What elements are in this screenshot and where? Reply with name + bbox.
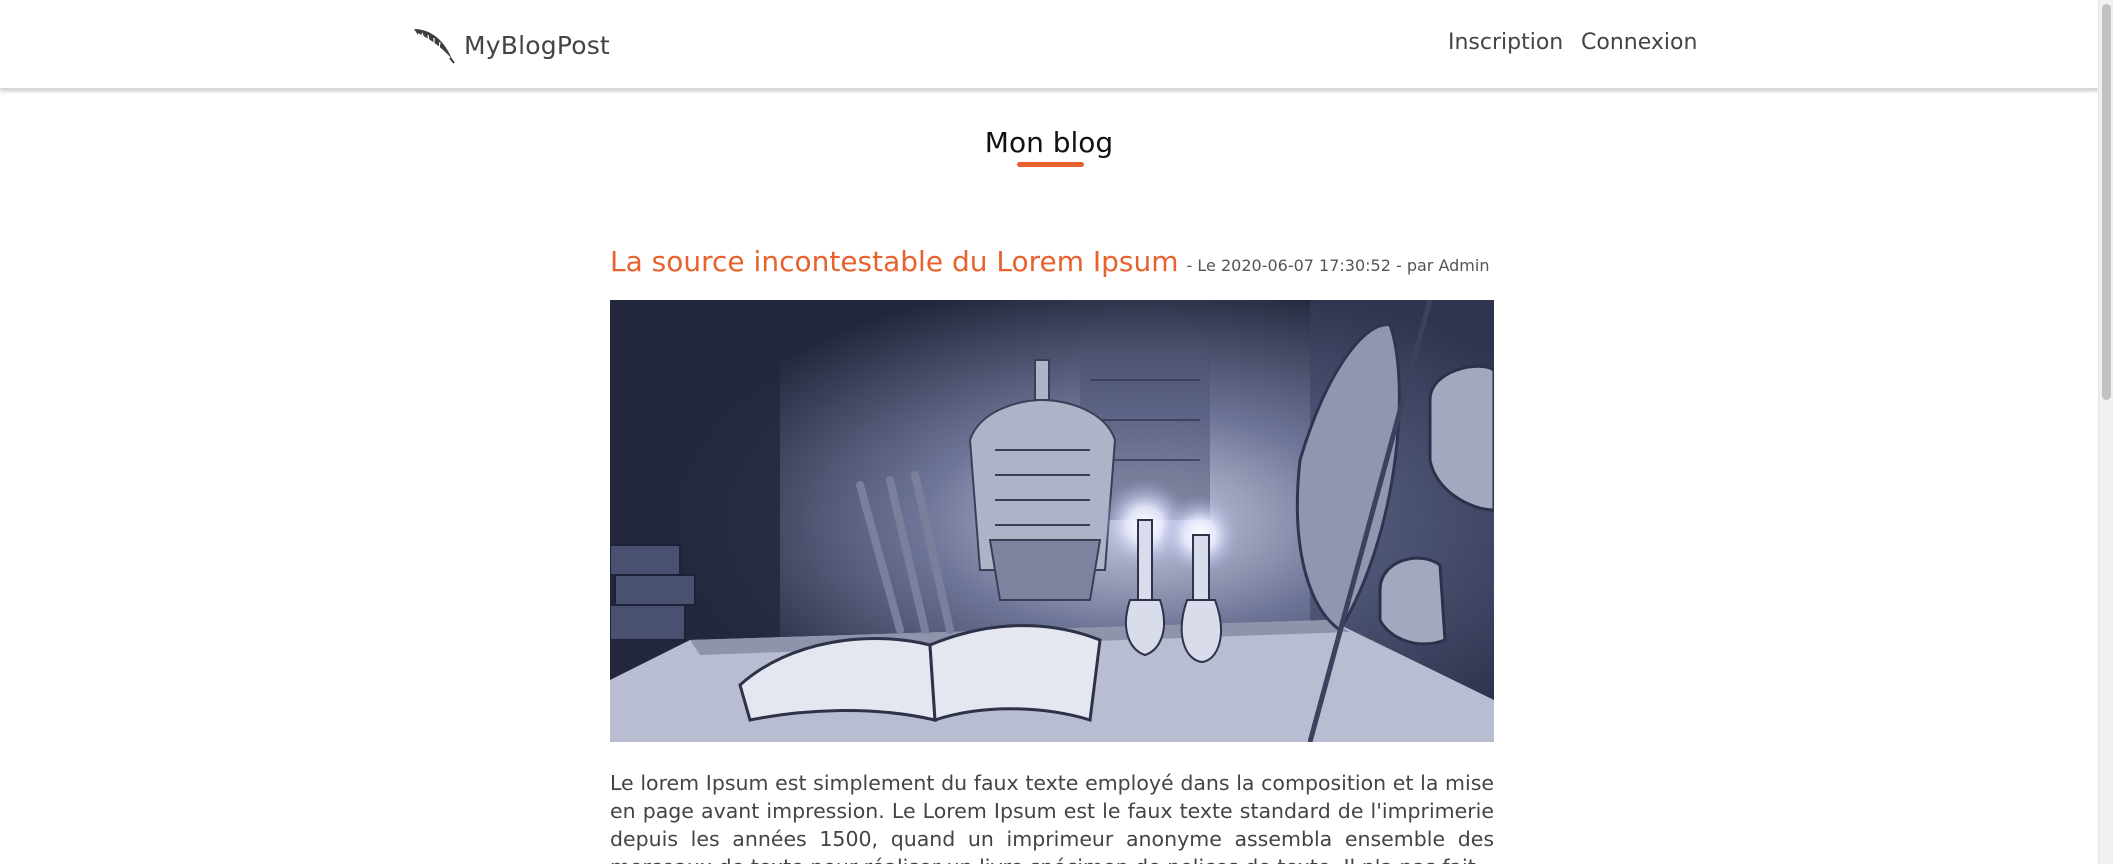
post-image [610, 300, 1494, 742]
nav-signup-link[interactable]: Inscription [1448, 30, 1563, 55]
nav-login-link[interactable]: Connexion [1581, 30, 1697, 55]
scrollbar-thumb[interactable] [2102, 4, 2111, 400]
post-excerpt: Le lorem Ipsum est simplement du faux te… [610, 771, 1494, 864]
title-underline [1017, 162, 1084, 167]
blog-post: La source incontestable du Lorem Ipsum -… [610, 245, 1494, 864]
page: MyBlogPost Inscription Connexion Mon blo… [0, 0, 2113, 864]
main-nav: Inscription Connexion [0, 30, 2098, 60]
page-scrollbar[interactable] [2098, 0, 2113, 864]
page-title: Mon blog [984, 126, 1114, 159]
post-title-link[interactable]: La source incontestable du Lorem Ipsum [610, 245, 1179, 278]
top-navbar: MyBlogPost Inscription Connexion [0, 0, 2098, 89]
post-meta: - Le 2020-06-07 17:30:52 - par Admin [1186, 256, 1490, 275]
post-header: La source incontestable du Lorem Ipsum -… [610, 245, 1494, 278]
section-heading: Mon blog [0, 126, 2098, 159]
armory-illustration [610, 300, 1494, 742]
